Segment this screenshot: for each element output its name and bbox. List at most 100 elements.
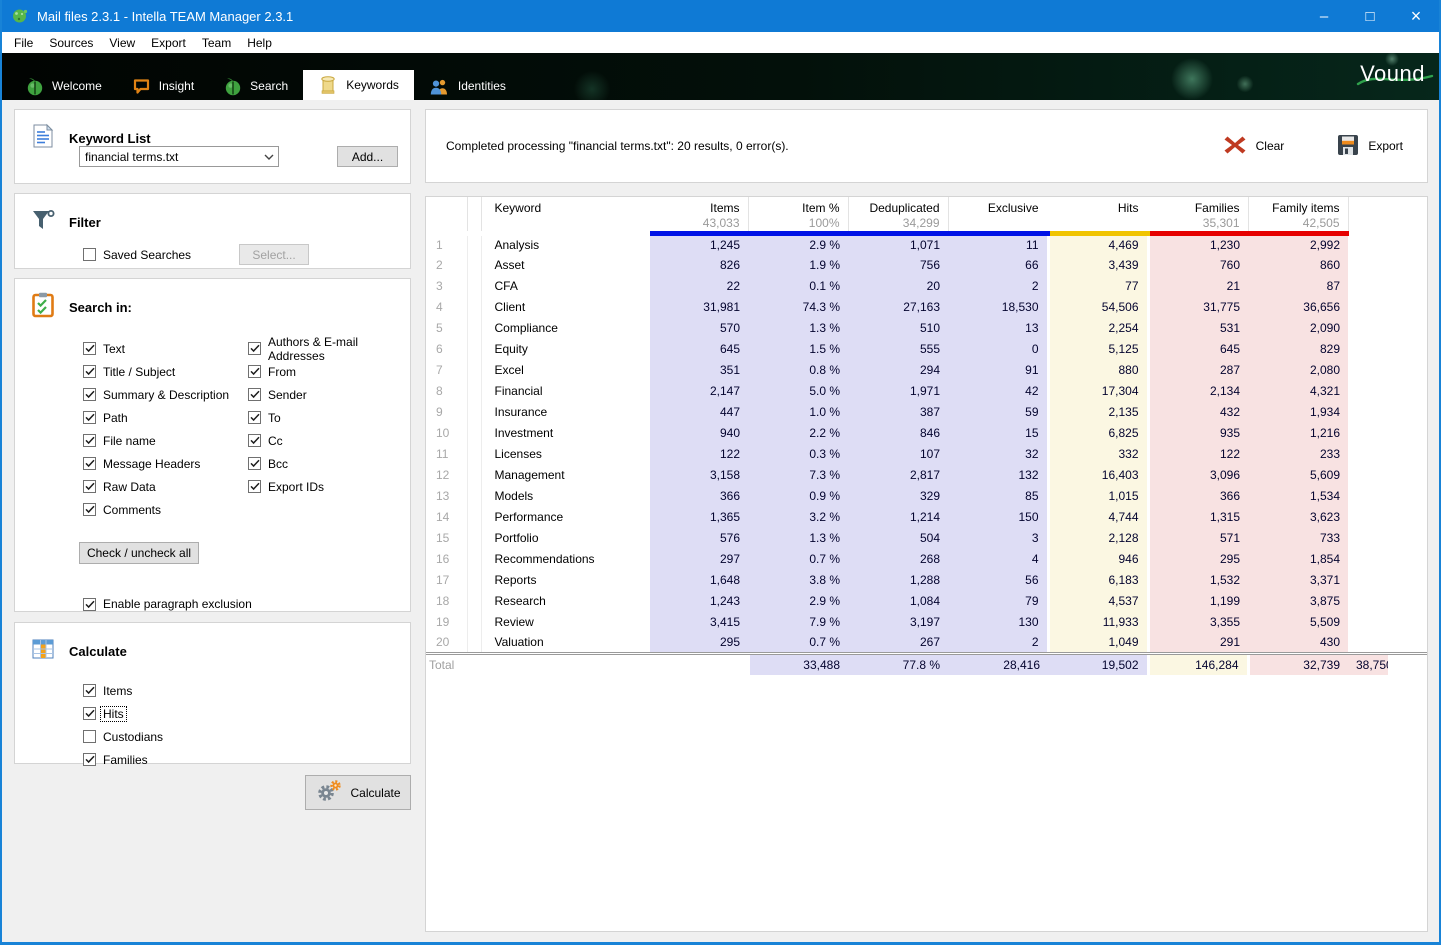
clear-button[interactable]: Clear (1223, 134, 1285, 159)
checkbox-authors-e-mail-addresses[interactable]: Authors & E-mail Addresses (248, 337, 410, 360)
column-header-family_items[interactable]: Family items42,505 (1248, 197, 1348, 234)
tab-search[interactable]: Search (209, 72, 303, 100)
table-row[interactable]: 2Asset8261.9 %756663,439760860 (426, 255, 1427, 276)
tab-insight[interactable]: Insight (117, 72, 209, 100)
checkbox-title-subject[interactable]: Title / Subject (83, 360, 248, 383)
checkbox-families[interactable]: Families (83, 748, 410, 771)
cell-fill (1348, 423, 1388, 444)
table-row[interactable]: 8Financial2,1475.0 %1,9714217,3042,1344,… (426, 381, 1427, 402)
select-button[interactable]: Select... (239, 244, 309, 265)
tab-identities[interactable]: Identities (414, 72, 521, 100)
menu-file[interactable]: File (6, 34, 41, 52)
checkbox-box (83, 365, 96, 378)
menu-team[interactable]: Team (194, 34, 239, 52)
checkbox-text[interactable]: Text (83, 337, 248, 360)
check-uncheck-all-button[interactable]: Check / uncheck all (79, 542, 199, 564)
cell-keyword: Recommendations (481, 549, 648, 570)
cell-family_items: 5,509 (1248, 612, 1348, 633)
checkbox-label: Custodians (101, 730, 165, 744)
tab-keywords[interactable]: Keywords (303, 70, 414, 100)
table-row[interactable]: 1Analysis1,2452.9 %1,071114,4691,2302,99… (426, 234, 1427, 255)
cell-items: 1,648 (648, 570, 748, 591)
checkbox-custodians[interactable]: Custodians (83, 725, 410, 748)
column-header-dedup[interactable]: Deduplicated34,299 (848, 197, 948, 234)
column-header-exclusive[interactable]: Exclusive (948, 197, 1048, 234)
checkbox-export-ids[interactable]: Export IDs (248, 475, 410, 498)
checkbox-from[interactable]: From (248, 360, 410, 383)
export-button[interactable]: Export (1337, 134, 1403, 159)
cell-hits: 1,015 (1048, 486, 1148, 507)
calculate-button[interactable]: Calculate (305, 775, 411, 810)
cell-keyword: Financial (481, 381, 648, 402)
checkbox-to[interactable]: To (248, 406, 410, 429)
cell-spacer (467, 423, 481, 444)
checkbox-enable-paragraph-exclusion[interactable]: Enable paragraph exclusion (83, 597, 410, 611)
checkbox-bcc[interactable]: Bcc (248, 452, 410, 475)
checkbox-hits[interactable]: Hits (83, 702, 410, 725)
column-header-num (426, 197, 467, 234)
cell-keyword: Insurance (481, 402, 648, 423)
table-row[interactable]: 20Valuation2950.7 %26721,049291430 (426, 633, 1427, 654)
checkbox-sender[interactable]: Sender (248, 383, 410, 406)
cell-hits: 880 (1048, 360, 1148, 381)
table-row[interactable]: 16Recommendations2970.7 %26849462951,854 (426, 549, 1427, 570)
table-row[interactable]: 18Research1,2432.9 %1,084794,5371,1993,8… (426, 591, 1427, 612)
checkbox-cc[interactable]: Cc (248, 429, 410, 452)
cell-exclusive: 2 (948, 633, 1048, 654)
sprout-icon (224, 77, 242, 96)
cell-keyword: Research (481, 591, 648, 612)
menu-view[interactable]: View (101, 34, 143, 52)
table-row[interactable]: 3CFA220.1 %202772187 (426, 276, 1427, 297)
add-button[interactable]: Add... (337, 146, 398, 167)
table-row[interactable]: 4Client31,98174.3 %27,16318,53054,50631,… (426, 297, 1427, 318)
table-row[interactable]: 12Management3,1587.3 %2,81713216,4033,09… (426, 465, 1427, 486)
minimize-button[interactable]: – (1301, 0, 1347, 32)
keyword-list-select[interactable]: financial terms.txt (79, 146, 279, 167)
checkbox-raw-data[interactable]: Raw Data (83, 475, 248, 498)
checkbox-saved-searches[interactable]: Saved Searches (83, 248, 193, 262)
table-row[interactable]: 7Excel3510.8 %294918802872,080 (426, 360, 1427, 381)
cell-num: 6 (426, 339, 467, 360)
column-header-item_pct[interactable]: Item %100% (748, 197, 848, 234)
tab-label: Keywords (346, 78, 399, 92)
cell-spacer (467, 570, 481, 591)
title-bar: Mail files 2.3.1 - Intella TEAM Manager … (2, 0, 1439, 32)
cell-hits: 2,254 (1048, 318, 1148, 339)
column-header-hits[interactable]: Hits (1048, 197, 1148, 234)
table-row[interactable]: 19Review3,4157.9 %3,19713011,9333,3555,5… (426, 612, 1427, 633)
checkbox-label: Sender (266, 388, 309, 402)
cell-family_items: 233 (1248, 444, 1348, 465)
table-row[interactable]: 6Equity6451.5 %55505,125645829 (426, 339, 1427, 360)
table-row[interactable]: 5Compliance5701.3 %510132,2545312,090 (426, 318, 1427, 339)
checkbox-comments[interactable]: Comments (83, 498, 248, 521)
app-icon (11, 7, 29, 25)
column-header-items[interactable]: Items43,033 (648, 197, 748, 234)
close-button[interactable]: × (1393, 0, 1439, 32)
menu-help[interactable]: Help (239, 34, 280, 52)
table-row[interactable]: 14Performance1,3653.2 %1,2141504,7441,31… (426, 507, 1427, 528)
cell-items: 366 (648, 486, 748, 507)
table-row[interactable]: 15Portfolio5761.3 %50432,128571733 (426, 528, 1427, 549)
cell-hits: 332 (1048, 444, 1148, 465)
checkbox-label: Cc (266, 434, 285, 448)
menu-sources[interactable]: Sources (41, 34, 101, 52)
checkbox-box (83, 457, 96, 470)
checkbox-file-name[interactable]: File name (83, 429, 248, 452)
column-header-keyword[interactable]: Keyword (481, 197, 648, 234)
checkbox-summary-description[interactable]: Summary & Description (83, 383, 248, 406)
column-subtotal: 100% (757, 216, 840, 231)
table-row[interactable]: 10Investment9402.2 %846156,8259351,216 (426, 423, 1427, 444)
table-row[interactable]: 17Reports1,6483.8 %1,288566,1831,5323,37… (426, 570, 1427, 591)
checkbox-message-headers[interactable]: Message Headers (83, 452, 248, 475)
checkbox-items[interactable]: Items (83, 679, 410, 702)
menu-export[interactable]: Export (143, 34, 194, 52)
column-header-families[interactable]: Families35,301 (1148, 197, 1248, 234)
maximize-button[interactable]: □ (1347, 0, 1393, 32)
cell-items: 447 (648, 402, 748, 423)
checkbox-path[interactable]: Path (83, 406, 248, 429)
table-row[interactable]: 11Licenses1220.3 %10732332122233 (426, 444, 1427, 465)
table-row[interactable]: 9Insurance4471.0 %387592,1354321,934 (426, 402, 1427, 423)
cell-family_items: 1,534 (1248, 486, 1348, 507)
table-row[interactable]: 13Models3660.9 %329851,0153661,534 (426, 486, 1427, 507)
tab-welcome[interactable]: Welcome (11, 72, 117, 100)
